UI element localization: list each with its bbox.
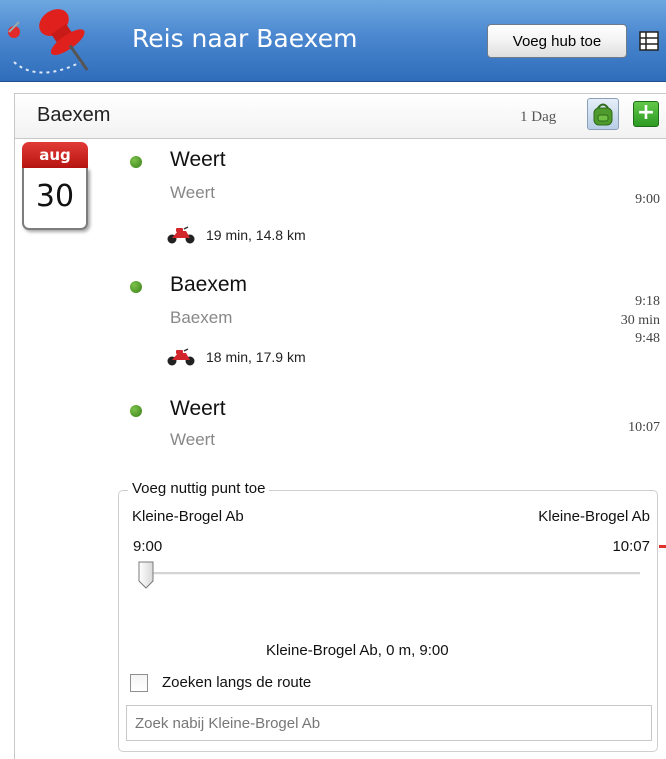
arrival-time: 9:18 — [635, 294, 660, 309]
stop-dot-icon — [130, 156, 142, 168]
time-slider-thumb[interactable] — [136, 561, 156, 589]
from-place: Kleine-Brogel Ab — [132, 508, 244, 525]
stop-name[interactable]: Baexem — [170, 273, 247, 297]
add-poi-legend: Voeg nuttig punt toe — [128, 480, 270, 497]
calendar-month: aug — [22, 142, 88, 170]
motorcycle-icon — [167, 226, 195, 244]
leg-info: 18 min, 17.9 km — [166, 348, 306, 366]
trip-subheader: Baexem 1 Dag + — [14, 93, 666, 139]
backpack-icon — [593, 103, 613, 126]
leg-text: 18 min, 17.9 km — [206, 349, 306, 365]
to-place: Kleine-Brogel Ab — [538, 508, 650, 525]
from-time: 9:00 — [133, 538, 163, 555]
to-time: 10:07 — [612, 538, 650, 555]
stop-subtitle: Weert — [170, 430, 216, 449]
panel-border — [14, 139, 15, 759]
backpack-button[interactable] — [587, 98, 619, 130]
days-count: 1 Dag — [520, 109, 557, 125]
calendar-date: aug 30 — [22, 142, 88, 230]
leg-text: 19 min, 14.8 km — [206, 227, 306, 243]
search-along-route-label[interactable]: Zoeken langs de route — [162, 674, 311, 691]
stay-duration: 30 min — [620, 313, 660, 328]
poi-search-input[interactable] — [126, 705, 652, 741]
title-bar: Reis naar Baexem Voeg hub toe — [0, 0, 666, 82]
search-along-route-checkbox[interactable] — [130, 674, 148, 692]
add-stop-button[interactable]: + — [633, 101, 659, 127]
stop-subtitle: Baexem — [170, 308, 233, 327]
add-hub-button[interactable]: Voeg hub toe — [487, 24, 627, 58]
calendar-day: 30 — [22, 168, 88, 230]
stop-time: 10:07 — [628, 420, 660, 435]
destination-label: Baexem — [37, 104, 111, 126]
stop-time: 9:00 — [635, 192, 660, 207]
departure-time: 9:48 — [635, 331, 660, 346]
stop-subtitle: Weert — [170, 183, 216, 202]
stop-name[interactable]: Weert — [170, 397, 226, 421]
stop-name[interactable]: Weert — [170, 148, 226, 172]
stop-dot-icon — [130, 405, 142, 417]
motorcycle-icon — [167, 348, 195, 366]
stop-dot-icon — [130, 281, 142, 293]
leg-info: 19 min, 14.8 km — [166, 226, 306, 244]
trip-title: Reis naar Baexem — [132, 24, 358, 53]
route-marker — [659, 545, 666, 548]
grid-list-icon[interactable] — [634, 24, 664, 58]
poi-summary: Kleine-Brogel Ab, 0 m, 9:00 — [266, 642, 449, 659]
time-slider-track[interactable] — [140, 572, 640, 575]
pushpin-route-icon — [8, 9, 89, 74]
